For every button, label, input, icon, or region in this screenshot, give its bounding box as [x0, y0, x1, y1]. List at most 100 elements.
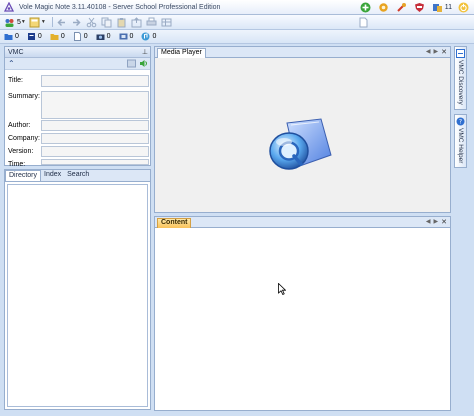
cut-icon[interactable]: [86, 17, 97, 28]
film-icon: [119, 33, 128, 40]
toolbar-separator: [51, 17, 53, 27]
company-field[interactable]: [41, 133, 149, 144]
version-field[interactable]: [41, 146, 149, 157]
svg-text:?: ?: [459, 119, 462, 126]
chevron-down-icon[interactable]: ▼: [21, 19, 26, 25]
stat-value: 0: [15, 33, 19, 40]
title-field[interactable]: [41, 75, 149, 87]
main-toolbar: 5 ▼ ▼: [0, 15, 474, 30]
title-bar-tools: 11: [354, 0, 474, 15]
stat-notes[interactable]: 0: [27, 32, 42, 41]
users-icon[interactable]: [4, 17, 15, 28]
app-logo-icon: [4, 2, 14, 12]
tab-media-player[interactable]: Media Player: [157, 48, 206, 58]
stat-value: 0: [129, 33, 134, 40]
stat-value: 0: [37, 33, 42, 40]
summary-label: Summary:: [8, 93, 40, 100]
audio-icon: [141, 32, 150, 41]
stat-audio[interactable]: 0: [141, 32, 156, 41]
forward-arrow-icon[interactable]: [71, 17, 82, 28]
close-icon[interactable]: ✕: [441, 218, 447, 226]
media-tabbar: Media Player ◀ ▶ ✕: [155, 47, 450, 58]
tools-icon[interactable]: [395, 1, 408, 14]
folder-icon: [4, 34, 13, 40]
tab-index[interactable]: Index: [41, 170, 64, 181]
tab-content[interactable]: Content: [157, 218, 192, 228]
camera-icon: [96, 34, 105, 40]
help-icon: ?: [456, 117, 465, 126]
discovery-icon: [456, 49, 465, 58]
time-field[interactable]: [41, 159, 149, 165]
notification-count: 11: [444, 4, 452, 11]
tab-directory[interactable]: Directory: [5, 170, 42, 181]
summary-field[interactable]: [41, 91, 149, 119]
page-icon: [73, 32, 81, 41]
mouse-pointer-icon: [278, 283, 286, 295]
tab-vmc-helper[interactable]: ? VMC Helper: [454, 114, 467, 168]
scroll-left-icon[interactable]: ◀: [426, 218, 431, 226]
table-icon[interactable]: [161, 17, 172, 28]
directory-tabs: Directory Index Search: [5, 170, 150, 182]
back-arrow-icon[interactable]: [56, 17, 67, 28]
content-tab-controls: ◀ ▶ ✕: [423, 218, 447, 226]
quicktime-icon: [269, 118, 332, 170]
media-player-panel: Media Player ◀ ▶ ✕: [154, 46, 451, 213]
export-icon[interactable]: [131, 16, 142, 28]
vmc-panel: VMC ⊥ ⌃ Title: Summary: Author: Company:…: [4, 46, 151, 168]
directory-tree[interactable]: [7, 184, 148, 407]
tab-vmc-discovery[interactable]: VMC Discovery: [454, 46, 467, 110]
paste-icon[interactable]: [116, 17, 127, 28]
directory-panel: Directory Index Search: [4, 169, 151, 410]
vmc-panel-title: VMC: [8, 48, 24, 56]
company-label: Company:: [8, 135, 40, 142]
window-title: Vole Magic Note 3.11.40108 - Server Scho…: [19, 3, 221, 11]
title-label: Title:: [8, 77, 23, 84]
stat-videos[interactable]: 0: [119, 32, 134, 41]
notification-icon[interactable]: [431, 1, 444, 14]
stat-value: 0: [60, 33, 65, 40]
stats-bar: 0 0 0 0 0 0 0: [0, 30, 474, 44]
stat-yellow-folders[interactable]: 0: [50, 32, 65, 41]
stat-pages[interactable]: 0: [73, 32, 88, 41]
stat-value: 0: [106, 33, 111, 40]
vmc-collapse-row: ⌃: [5, 58, 150, 70]
copy-icon[interactable]: [101, 17, 112, 28]
chevron-down-icon[interactable]: ▼: [41, 19, 46, 25]
vmc-discovery-label: VMC Discovery: [457, 60, 464, 105]
pin-icon[interactable]: ⊥: [142, 48, 148, 56]
document-icon[interactable]: [358, 17, 369, 28]
stat-value: 0: [83, 33, 88, 40]
content-area[interactable]: [155, 229, 450, 410]
scroll-right-icon[interactable]: ▶: [434, 48, 439, 56]
scroll-left-icon[interactable]: ◀: [426, 48, 431, 56]
yellow-folder-icon: [50, 34, 59, 40]
right-side-strip: VMC Discovery ? VMC Helper: [453, 46, 468, 410]
vmc-row-tools: [124, 59, 148, 68]
collapse-chevron-icon[interactable]: ⌃: [8, 59, 15, 68]
stat-value: 0: [152, 33, 157, 40]
print-icon[interactable]: [146, 17, 157, 28]
author-field[interactable]: [41, 120, 149, 131]
close-icon[interactable]: ✕: [441, 48, 447, 56]
content-tabbar: Content ◀ ▶ ✕: [155, 217, 450, 228]
time-label: Time:: [8, 161, 26, 168]
media-tab-controls: ◀ ▶ ✕: [423, 48, 447, 56]
version-label: Version:: [8, 148, 34, 155]
content-panel: Content ◀ ▶ ✕: [154, 216, 451, 411]
vmc-helper-label: VMC Helper: [457, 128, 464, 164]
power-icon[interactable]: [457, 1, 470, 14]
shield-icon[interactable]: [413, 1, 426, 14]
speaker-icon[interactable]: [139, 59, 148, 68]
vmc-panel-header: VMC ⊥: [5, 47, 150, 58]
tab-search[interactable]: Search: [64, 170, 92, 181]
stat-folders[interactable]: 0: [4, 32, 19, 41]
gear-icon[interactable]: [377, 1, 390, 14]
stat-images[interactable]: 0: [96, 32, 111, 41]
author-label: Author:: [8, 122, 31, 129]
add-icon[interactable]: [359, 1, 372, 14]
note-icon: [27, 33, 35, 40]
title-bar: Vole Magic Note 3.11.40108 - Server Scho…: [0, 0, 474, 15]
image-icon[interactable]: [127, 59, 136, 68]
layout-icon[interactable]: [29, 17, 40, 28]
scroll-right-icon[interactable]: ▶: [434, 218, 439, 226]
